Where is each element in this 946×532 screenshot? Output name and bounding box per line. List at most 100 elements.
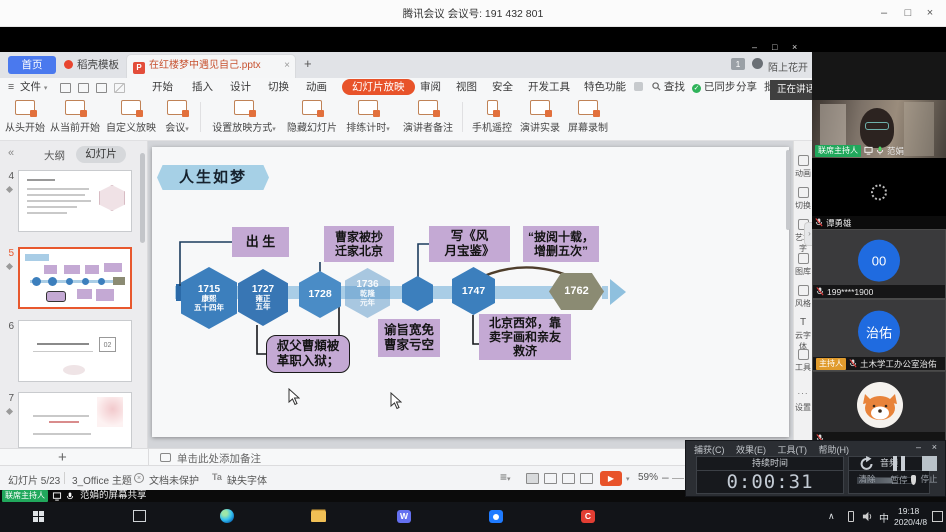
account-name[interactable]: 陌上花开: [768, 59, 808, 74]
tab-docer[interactable]: 稻壳模板: [62, 54, 122, 76]
view-notes-icon[interactable]: [580, 473, 593, 484]
ribbon-speech-record[interactable]: 演讲实录: [516, 100, 564, 134]
rail-style[interactable]: 风格: [794, 285, 812, 309]
menu-start[interactable]: 开始: [152, 80, 173, 95]
menu-insert[interactable]: 插入: [192, 80, 213, 95]
slide-thumbnail-6[interactable]: 02: [18, 320, 132, 382]
rail-gallery[interactable]: 图库: [794, 253, 812, 277]
recorder-clear-button[interactable]: 清除: [852, 455, 882, 485]
tencent-meeting-icon[interactable]: [489, 510, 503, 523]
menu-slideshow-active[interactable]: 幻灯片放映: [342, 79, 415, 95]
ribbon-phone-remote[interactable]: 手机遥控: [468, 100, 516, 134]
start-button[interactable]: [33, 511, 44, 522]
rail-transition[interactable]: 切换: [794, 187, 812, 211]
ribbon-from-current[interactable]: 从当前开始: [47, 100, 103, 134]
task-view-button[interactable]: [133, 510, 146, 522]
meeting-maximize-icon[interactable]: □: [898, 5, 918, 21]
recorder-menu-help[interactable]: 帮助(H): [819, 445, 850, 455]
ribbon-custom-show[interactable]: 自定义放映: [103, 100, 159, 134]
tray-time[interactable]: 19:18: [898, 506, 919, 516]
meeting-close-icon[interactable]: ×: [920, 5, 940, 21]
ribbon-setup-show[interactable]: 设置放映方式▾: [206, 100, 282, 134]
tray-ime[interactable]: 中: [879, 510, 889, 525]
tab-home[interactable]: 首页: [8, 56, 56, 74]
recorder-close-icon[interactable]: ×: [932, 442, 937, 452]
participant-video-phone[interactable]: 00 199****1900: [812, 229, 946, 299]
status-protection[interactable]: 文档未保护: [149, 472, 199, 487]
slideshow-play-button[interactable]: ▶: [600, 471, 622, 486]
wps-close-icon[interactable]: ×: [792, 42, 797, 52]
menu-transition[interactable]: 切换: [268, 80, 289, 95]
menu-view[interactable]: 视图: [456, 80, 477, 95]
zoom-slider[interactable]: [672, 478, 684, 479]
ribbon-hide-slide[interactable]: 隐藏幻灯片: [284, 100, 340, 134]
menu-animation[interactable]: 动画: [306, 80, 327, 95]
file-explorer-icon[interactable]: [311, 511, 326, 522]
rail-animation[interactable]: 动画: [794, 155, 812, 179]
undo-icon[interactable]: [114, 83, 125, 93]
zoom-out-button[interactable]: –: [662, 470, 669, 484]
sync-status[interactable]: ✓ 已同步: [692, 80, 735, 95]
find-button[interactable]: 查找: [652, 80, 685, 95]
menu-review[interactable]: 审阅: [420, 80, 441, 95]
notification-badge[interactable]: 1: [731, 58, 745, 70]
recorder-menu-capture[interactable]: 捕获(C): [694, 445, 725, 455]
view-normal-icon[interactable]: [526, 473, 539, 484]
ribbon-rehearse-timing[interactable]: 排练计时▾: [340, 100, 396, 134]
tray-speaker-icon[interactable]: [862, 511, 873, 522]
rail-cloud-fonts[interactable]: T云字体: [794, 317, 812, 352]
ribbon-screen-record[interactable]: 屏幕录制: [564, 100, 612, 134]
action-center-icon[interactable]: [932, 511, 943, 522]
tab-close-icon[interactable]: ×: [284, 55, 290, 77]
slide-thumbnail-4[interactable]: [18, 170, 132, 232]
status-missing-fonts[interactable]: 缺失字体: [227, 472, 267, 487]
status-theme[interactable]: 3_Office 主题: [72, 472, 132, 487]
participant-video-fox[interactable]: [812, 371, 946, 445]
view-reading-icon[interactable]: [562, 473, 575, 484]
tab-document[interactable]: P在红楼梦中遇见自己.pptx ×: [126, 54, 296, 78]
wps-maximize-icon[interactable]: □: [772, 42, 777, 52]
canvas-scrollbar[interactable]: [786, 150, 790, 230]
ribbon-speaker-notes[interactable]: 演讲者备注: [398, 100, 458, 134]
slide-thumbnail-5-current[interactable]: [18, 247, 132, 309]
participant-video-loading[interactable]: 谭勇雄: [812, 158, 946, 229]
new-tab-button[interactable]: +: [304, 56, 312, 71]
participant-video-host[interactable]: 治佑 主持人 土木学工办公室治佑: [812, 299, 946, 371]
slide[interactable]: 人生如梦 1715康熙 五: [152, 147, 789, 437]
tray-expand-icon[interactable]: ∧: [828, 511, 835, 522]
add-slide-button[interactable]: +: [58, 449, 67, 466]
panel-collapse-icon[interactable]: «: [8, 147, 14, 159]
menu-devtools[interactable]: 开发工具: [528, 80, 570, 95]
recorder-menu-effects[interactable]: 效果(E): [736, 445, 766, 455]
account-avatar[interactable]: [752, 58, 763, 69]
edge-browser-icon[interactable]: [220, 509, 234, 523]
panel-scrollbar[interactable]: [140, 153, 145, 243]
red-c-app-icon[interactable]: C: [581, 510, 595, 523]
meeting-minimize-icon[interactable]: –: [874, 5, 894, 21]
status-slide-count[interactable]: 幻灯片 5/23: [8, 472, 60, 487]
recorder-stop-button[interactable]: 停止: [914, 455, 944, 485]
save-icon[interactable]: [60, 83, 71, 93]
slide-thumbnail-7[interactable]: [18, 392, 132, 448]
participant-video-fanjuan[interactable]: 联席主持人 范娟: [812, 100, 946, 158]
print-icon[interactable]: [78, 83, 89, 93]
ribbon-from-beginning[interactable]: 从头开始: [3, 100, 47, 134]
recorder-pause-button[interactable]: 暂停: [884, 455, 914, 486]
rail-settings[interactable]: ···设置: [794, 389, 812, 413]
play-caret-icon[interactable]: ▾: [626, 475, 630, 483]
wps-minimize-icon[interactable]: –: [752, 42, 757, 52]
menu-security[interactable]: 安全: [492, 80, 513, 95]
view-sorter-icon[interactable]: [544, 473, 557, 484]
recorder-minimize-icon[interactable]: –: [916, 442, 921, 452]
print-preview-icon[interactable]: [96, 83, 107, 93]
tab-outline[interactable]: 大纲: [44, 148, 65, 163]
zoom-level[interactable]: 59%: [638, 472, 658, 483]
tab-slides-active[interactable]: 幻灯片: [76, 146, 126, 163]
ribbon-meeting[interactable]: 会议▾: [159, 100, 195, 134]
recorder-menu-tools[interactable]: 工具(T): [778, 445, 808, 455]
notes-toggle-icon[interactable]: ≡▾: [500, 470, 511, 484]
rail-tools[interactable]: 工具: [794, 349, 812, 373]
features-addon-icon[interactable]: [634, 82, 643, 91]
menu-design[interactable]: 设计: [230, 80, 251, 95]
wps-app-icon[interactable]: W: [397, 510, 411, 523]
